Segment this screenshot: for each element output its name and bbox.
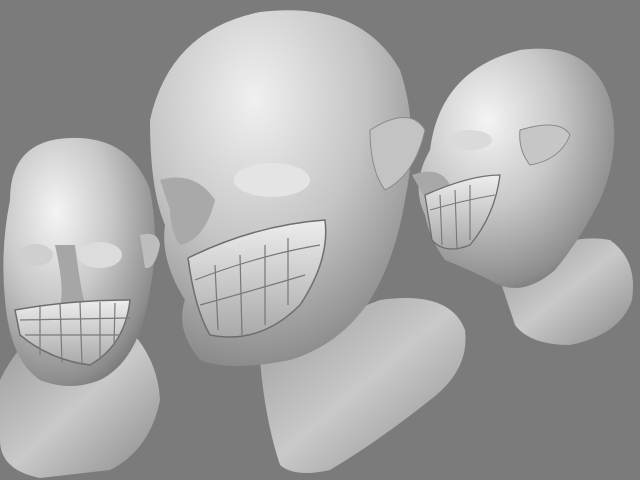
sculpt-three-quarter-view xyxy=(150,10,466,474)
front-view-eye-right xyxy=(78,242,122,268)
three-quarter-eye xyxy=(234,163,310,197)
sculpt-render xyxy=(0,10,634,478)
render-viewport xyxy=(0,0,640,480)
side-view-eye xyxy=(448,130,492,150)
sculpt-side-view xyxy=(412,48,634,345)
front-view-eye-left xyxy=(17,244,53,266)
sculpt-front-view xyxy=(0,137,160,478)
